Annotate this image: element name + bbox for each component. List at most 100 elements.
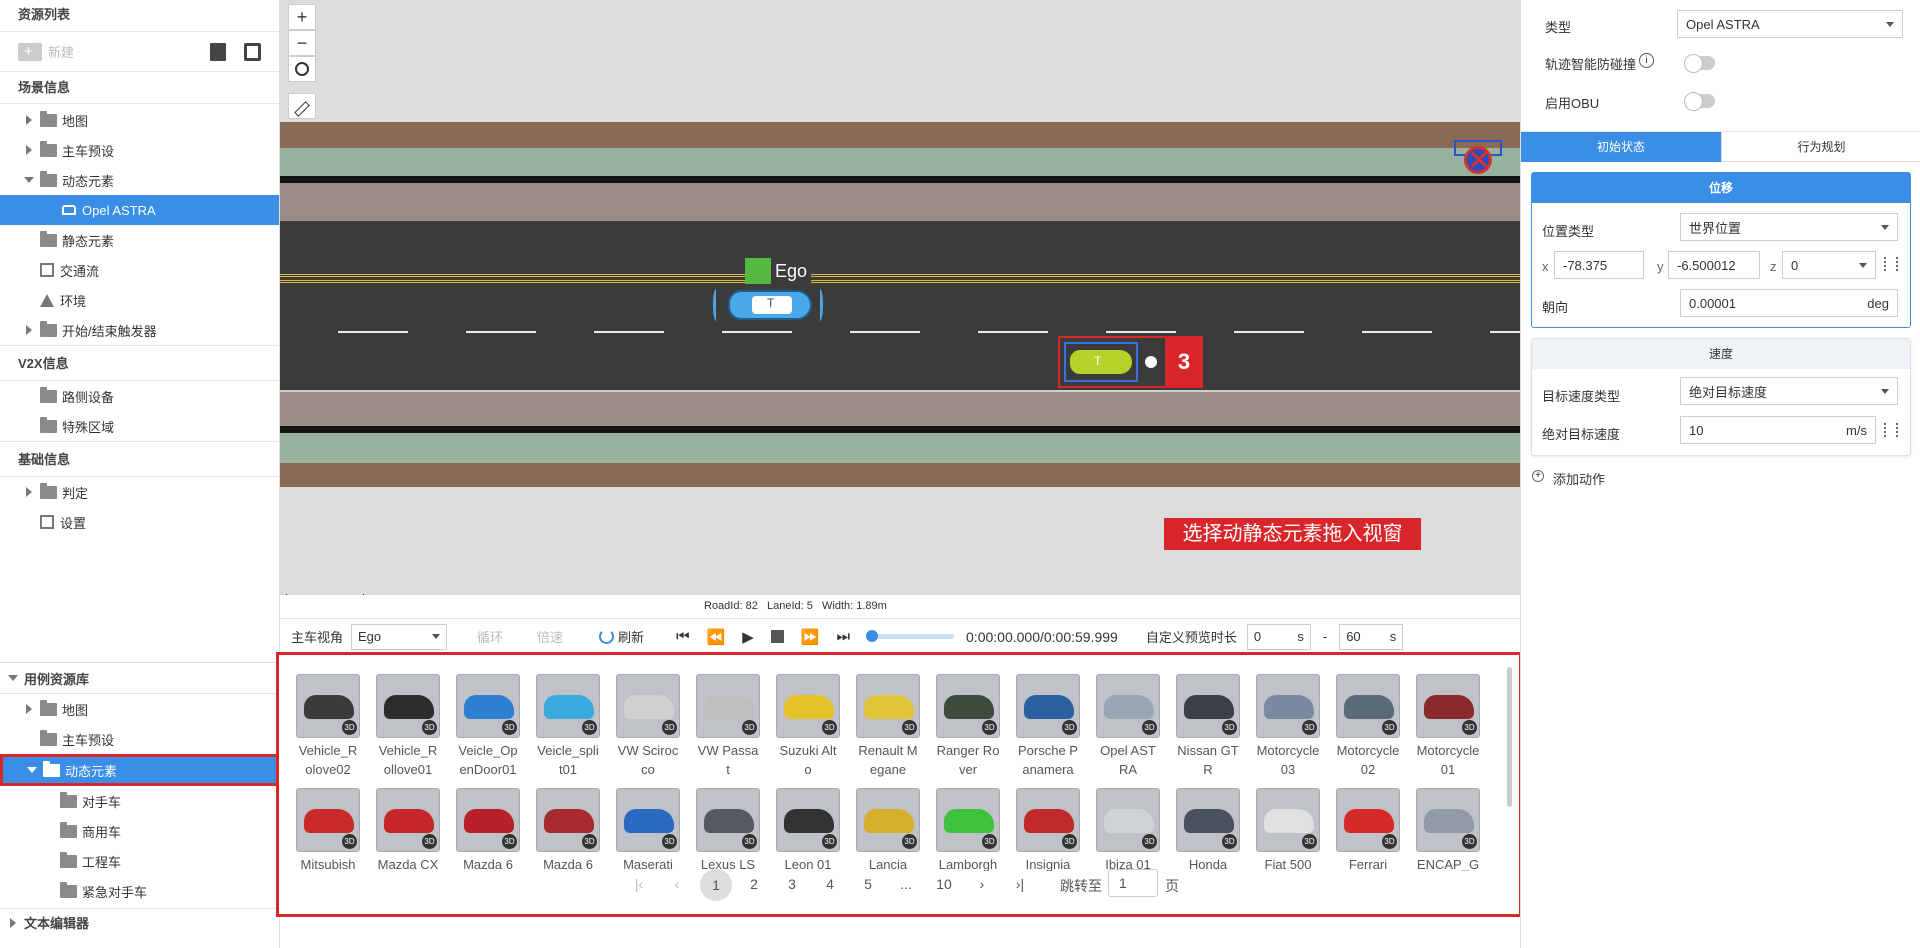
library-item[interactable]: 3D Insignia <box>1016 788 1080 871</box>
zoom-out-button[interactable]: − <box>288 30 316 56</box>
caret-right-icon[interactable] <box>24 325 34 335</box>
library-item[interactable]: 3D Renault Megane <box>856 674 920 779</box>
caret-right-icon[interactable] <box>8 917 18 928</box>
lib-item-emergency[interactable]: 紧急对手车 <box>0 876 280 906</box>
tree-item-dynamic[interactable]: 动态元素 <box>0 165 279 195</box>
library-item[interactable]: 3D Motorcycle03 <box>1256 674 1320 779</box>
view-select[interactable]: Ego <box>351 623 448 650</box>
z-select[interactable]: 0 <box>1782 251 1876 279</box>
page-3[interactable]: 3 <box>777 876 807 892</box>
waypoint-dot-icon[interactable] <box>1145 356 1157 368</box>
page-2[interactable]: 2 <box>739 876 769 892</box>
speed-button[interactable]: 倍速 <box>537 627 563 646</box>
grid-picker-icon[interactable] <box>1884 423 1898 437</box>
caret-right-icon[interactable] <box>24 704 34 714</box>
page-5[interactable]: 5 <box>853 876 883 892</box>
progress-slider[interactable] <box>866 630 955 642</box>
caret-right-icon[interactable] <box>24 487 34 497</box>
step-forward-icon[interactable]: ⏩ <box>801 628 820 646</box>
library-item[interactable]: 3D Veicle_split01 <box>536 674 600 779</box>
tab-behavior[interactable]: 行为规划 <box>1721 132 1920 162</box>
tree-item-roadside[interactable]: 路侧设备 <box>0 381 279 411</box>
caret-right-icon[interactable] <box>24 145 34 155</box>
copy-icon[interactable] <box>244 42 261 61</box>
new-button[interactable]: 新建 <box>48 42 74 61</box>
position-type-select[interactable]: 世界位置 <box>1680 213 1898 241</box>
library-item[interactable]: 3D Nissan GTR <box>1176 674 1240 779</box>
library-item[interactable]: 3D Motorcycle01 <box>1416 674 1480 779</box>
page-10[interactable]: 10 <box>929 876 959 892</box>
no-parking-sign-icon[interactable] <box>1464 146 1492 174</box>
library-item[interactable]: 3D Fiat 500 <box>1256 788 1320 871</box>
caret-right-icon[interactable] <box>24 115 34 125</box>
library-item[interactable]: 3D VW Scirocco <box>616 674 680 779</box>
tree-item-opel-astra[interactable]: Opel ASTRA <box>0 195 279 225</box>
library-item[interactable]: 3D Honda <box>1176 788 1240 871</box>
text-editor-header[interactable]: 文本编辑器 <box>0 908 280 936</box>
duration-to-input[interactable]: 60 s <box>1339 623 1404 650</box>
new-icon[interactable]: + <box>18 42 42 61</box>
library-item[interactable]: 3D Lamborgh <box>936 788 1000 871</box>
library-scrollbar[interactable] <box>1507 667 1512 807</box>
first-page-icon[interactable]: |‹ <box>624 876 654 892</box>
y-input[interactable]: -6.500012 <box>1668 251 1760 279</box>
library-item[interactable]: 3D Opel ASTRA <box>1096 674 1160 779</box>
stop-icon[interactable] <box>770 630 784 643</box>
next-page-icon[interactable]: › <box>967 876 997 892</box>
add-icon[interactable]: + <box>1532 470 1544 482</box>
map-viewport[interactable]: + − Ego T T 3 选择动静态元素拖入视窗 5 m <box>280 0 1520 595</box>
caret-down-icon[interactable] <box>24 175 34 185</box>
tree-item-settings[interactable]: 设置 <box>0 507 279 537</box>
lib-item-dynamic[interactable]: 动态元素 <box>0 754 306 786</box>
lib-item-opponent[interactable]: 对手车 <box>0 786 280 816</box>
collision-toggle[interactable] <box>1684 54 1715 73</box>
lib-item-ego-preset[interactable]: 主车预设 <box>0 724 280 754</box>
measure-button[interactable] <box>288 93 316 119</box>
page-1[interactable]: 1 <box>700 869 732 901</box>
info-icon[interactable]: i <box>1639 53 1654 68</box>
tree-item-special-area[interactable]: 特殊区域 <box>0 411 279 441</box>
loop-button[interactable]: 循环 <box>477 627 503 646</box>
skip-start-icon[interactable]: ⏮ <box>676 628 690 645</box>
caret-down-icon[interactable] <box>27 765 37 775</box>
duration-from-input[interactable]: 0s <box>1246 623 1311 650</box>
library-item[interactable]: 3D Ferrari <box>1336 788 1400 871</box>
play-icon[interactable]: ▶ <box>742 628 754 646</box>
tree-item-traffic[interactable]: 交通流 <box>0 255 279 285</box>
skip-end-icon[interactable]: ⏭ <box>837 628 851 645</box>
library-item[interactable]: 3D Leon 01 <box>776 788 840 871</box>
tree-item-environment[interactable]: 环境 <box>0 285 279 315</box>
library-item[interactable]: 3D Maserati <box>616 788 680 871</box>
lib-item-map[interactable]: 地图 <box>0 694 280 724</box>
tab-initial-state[interactable]: 初始状态 <box>1521 132 1721 162</box>
library-item[interactable]: 3D Veicle_OpenDoor01 <box>456 674 520 779</box>
library-item[interactable]: 3D Motorcycle02 <box>1336 674 1400 779</box>
library-item[interactable]: 3D Mazda 6 <box>536 788 600 871</box>
jump-input[interactable]: 1 <box>1108 869 1158 897</box>
library-item[interactable]: 3D Lexus LS <box>696 788 760 871</box>
add-action-button[interactable]: 添加动作 <box>1553 469 1605 488</box>
library-item[interactable]: 3D Mazda CX <box>376 788 440 871</box>
ego-car-icon[interactable]: T <box>728 290 812 320</box>
library-item[interactable]: 3D Ranger Rover <box>936 674 1000 779</box>
tree-item-ego-preset[interactable]: 主车预设 <box>0 135 279 165</box>
library-item[interactable]: 3D Suzuki Alto <box>776 674 840 779</box>
library-item[interactable]: 3D Vehicle_Rolove02 <box>296 674 360 779</box>
opel-car-icon[interactable]: T <box>1068 348 1134 376</box>
heading-input[interactable]: 0.00001 deg <box>1680 289 1898 317</box>
abs-speed-input[interactable]: 10 m/s <box>1680 416 1876 444</box>
lib-item-engineering[interactable]: 工程车 <box>0 846 280 876</box>
grid-picker-icon[interactable] <box>1884 257 1898 271</box>
tree-item-judge[interactable]: 判定 <box>0 477 279 507</box>
tree-item-trigger[interactable]: 开始/结束触发器 <box>0 315 279 345</box>
obu-toggle[interactable] <box>1684 92 1715 111</box>
library-item[interactable]: 3D Vehicle_Rollove01 <box>376 674 440 779</box>
page-4[interactable]: 4 <box>815 876 845 892</box>
library-item[interactable]: 3D Lancia <box>856 788 920 871</box>
prev-page-icon[interactable]: ‹ <box>662 876 692 892</box>
lib-item-commercial[interactable]: 商用车 <box>0 816 280 846</box>
library-item[interactable]: 3D Mazda 6 <box>456 788 520 871</box>
step-back-icon[interactable]: ⏪ <box>707 628 726 646</box>
speed-type-select[interactable]: 绝对目标速度 <box>1680 377 1898 405</box>
library-header[interactable]: 用例资源库 <box>0 663 280 693</box>
